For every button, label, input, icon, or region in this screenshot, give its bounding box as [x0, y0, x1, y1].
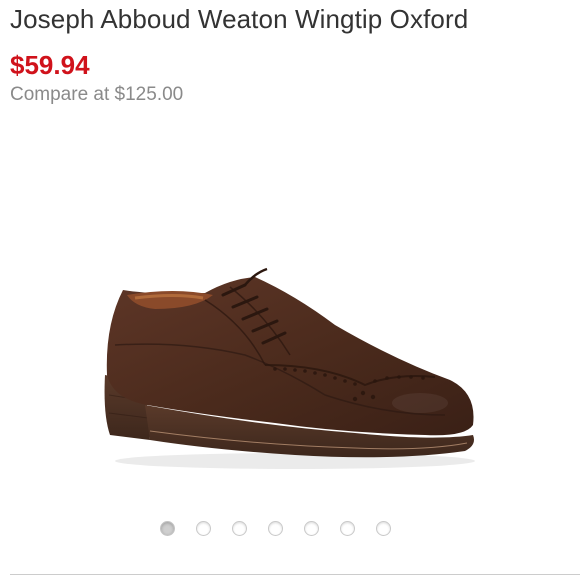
carousel-dot-5[interactable]	[304, 521, 319, 536]
product-title: Joseph Abboud Weaton Wingtip Oxford	[10, 4, 469, 34]
carousel-dot-1[interactable]	[160, 521, 175, 536]
shoe-product-image[interactable]	[95, 265, 490, 475]
bottom-divider	[10, 574, 580, 575]
carousel-dot-4[interactable]	[268, 521, 283, 536]
image-carousel-pagination	[160, 521, 391, 536]
carousel-dot-3[interactable]	[232, 521, 247, 536]
compare-price: Compare at $125.00	[10, 84, 184, 105]
carousel-dot-7[interactable]	[376, 521, 391, 536]
carousel-dot-6[interactable]	[340, 521, 355, 536]
carousel-dot-2[interactable]	[196, 521, 211, 536]
sale-price: $59.94	[10, 50, 90, 80]
